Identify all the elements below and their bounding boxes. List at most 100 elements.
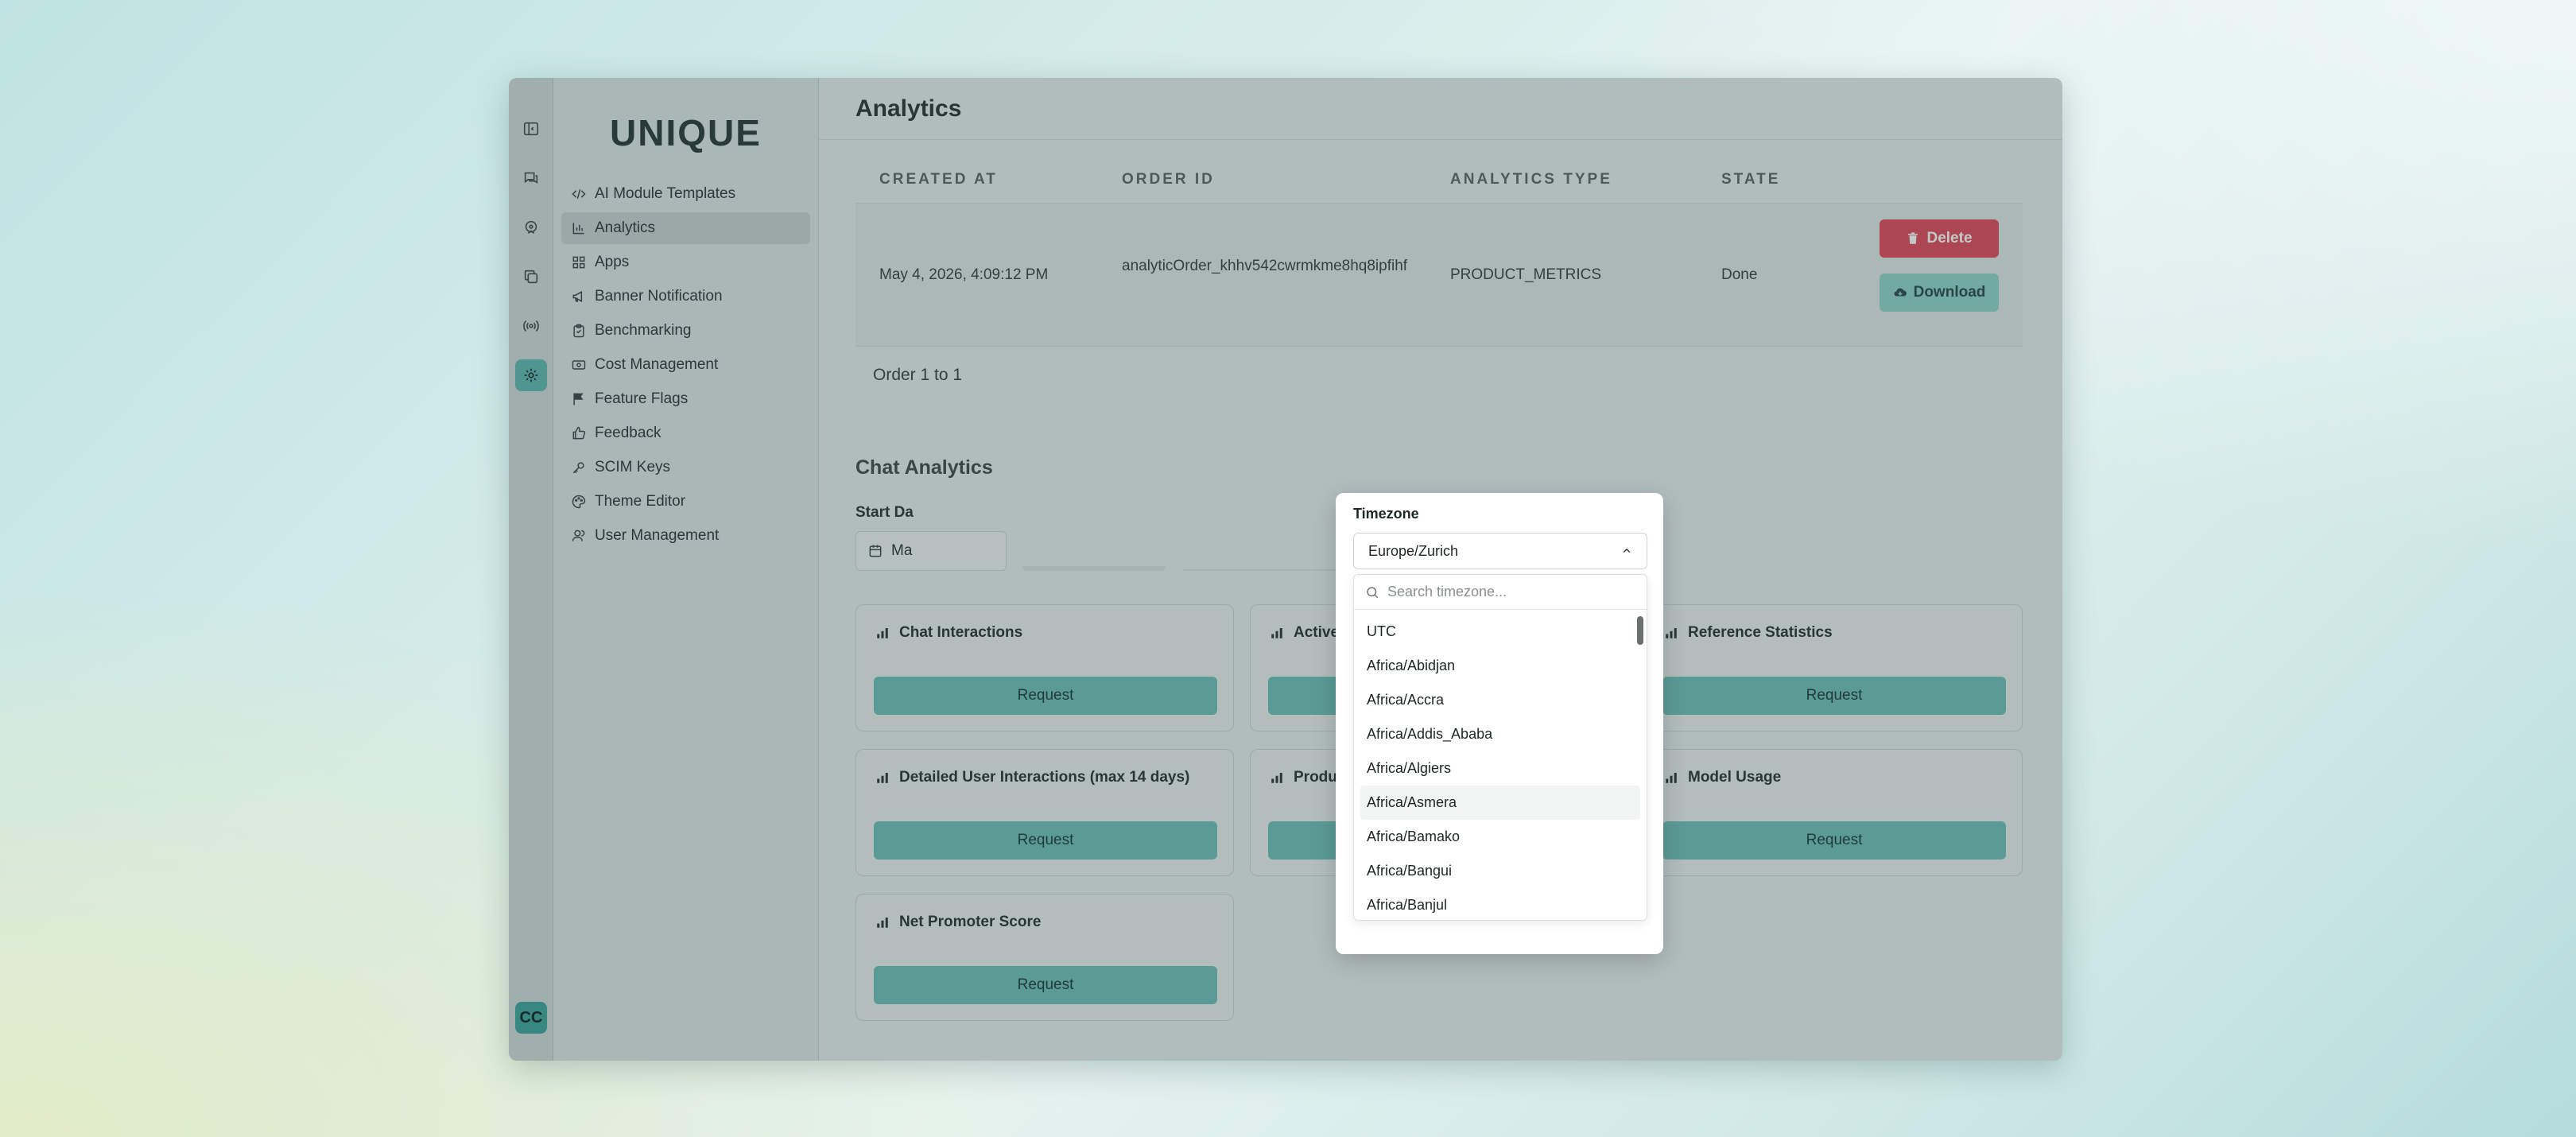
sidebar-item-user-management[interactable]: User Management [561,520,810,552]
sidebar-toggle-icon [523,122,538,136]
key-icon [572,462,584,474]
table-header: CREATED AT ORDER ID ANALYTICS TYPE STATE [855,156,2023,204]
signal-button[interactable] [515,310,547,342]
chat-analytics-title: Chat Analytics [855,456,993,479]
cell-created-at: May 4, 2026, 4:09:12 PM [879,266,1049,283]
timezone-trigger[interactable] [1181,531,1340,571]
column-header: CREATED AT [879,170,998,188]
bar-chart-icon [1271,628,1282,638]
sidebar-item-cost-management[interactable]: Cost Management [561,349,810,381]
money-icon [572,360,586,370]
dropdown-scrollbar[interactable] [1637,616,1643,645]
column-header: ANALYTICS TYPE [1450,170,1612,188]
sidebar-item-analytics[interactable]: Analytics [561,212,810,244]
cell-analytics-type: PRODUCT_METRICS [1450,266,1602,283]
card-net-promoter-score: Net Promoter Score Request [855,894,1234,1021]
timezone-option[interactable]: Africa/Bamako [1360,820,1640,854]
thumbs-up-icon [572,426,586,440]
chat-icon [524,172,537,184]
timezone-label: Timezone [1353,506,1419,522]
chart-icon [572,223,584,235]
gear-icon [524,368,537,382]
timezone-option[interactable]: Africa/Asmera [1360,786,1640,820]
sidebar-item-feedback[interactable]: Feedback [561,417,810,449]
card-title-text: Net Promoter Score [899,914,1042,930]
copy-icon [524,270,537,284]
cell-state: Done [1721,266,1758,283]
card-detailed-user-interactions: Detailed User Interactions (max 14 days)… [855,749,1234,876]
sidebar-item-label: AI Module Templates [595,185,736,202]
bar-chart-icon [1666,773,1677,783]
request-button[interactable]: Request [874,966,1217,1004]
card-title: Detailed User Interactions (max 14 days) [875,769,1189,786]
sidebar-item-label: Theme Editor [595,493,686,510]
explore-button[interactable] [515,211,547,243]
admin-settings-button[interactable] [514,359,547,391]
admin-sidebar: UNIQUE AI Module Templates Analytics App… [553,78,819,1061]
user-avatar[interactable]: CC [515,1002,547,1034]
page-header: Analytics [819,78,2062,140]
code-icon [572,188,586,200]
timezone-select[interactable]: Europe/Zurich [1353,533,1647,569]
timezone-dropdown: UTC Africa/Abidjan Africa/Accra Africa/A… [1353,574,1647,921]
timezone-option[interactable]: Africa/Banjul [1360,888,1640,920]
broadcast-icon [522,320,539,332]
sidebar-item-theme-editor[interactable]: Theme Editor [561,486,810,518]
sidebar-item-feature-flags[interactable]: Feature Flags [561,383,810,415]
delete-button[interactable]: Delete [1880,219,1999,258]
pagination-text: Order 1 to 1 [873,366,963,384]
request-button[interactable]: Request [874,821,1217,860]
search-icon [1367,586,1379,598]
sidebar-item-label: Feedback [595,425,661,441]
card-title-text: Reference Statistics [1688,624,1833,641]
sidebar-item-label: Analytics [595,219,656,236]
sidebar-nav: AI Module Templates Analytics Apps Banne… [553,178,818,552]
sidebar-item-label: SCIM Keys [595,459,671,475]
end-date-picker[interactable] [1022,531,1166,571]
bar-chart-icon [877,918,888,928]
sidebar-item-label: Benchmarking [595,322,692,339]
chat-button[interactable] [515,162,547,194]
timezone-option[interactable]: UTC [1360,615,1640,649]
sidebar-item-banner-notification[interactable]: Banner Notification [561,281,810,312]
card-title: Chat Interactions [875,624,1022,642]
delete-button-label: Delete [1926,230,1973,246]
cell-order-id: analyticOrder_khhv542cwrmkme8hq8ipfihf [1122,257,1408,274]
sidebar-item-scim-keys[interactable]: SCIM Keys [561,452,810,483]
card-title: Net Promoter Score [875,914,1041,931]
bar-chart-icon [1271,773,1282,783]
timezone-options: UTC Africa/Abidjan Africa/Accra Africa/A… [1354,610,1647,920]
sidebar-item-benchmarking[interactable]: Benchmarking [561,315,810,347]
start-date-picker[interactable]: Ma [855,531,1007,571]
card-model-usage: Model Usage Request [1644,749,2023,876]
timezone-option[interactable]: Africa/Abidjan [1360,649,1640,683]
collapse-sidebar-button[interactable] [515,113,547,145]
sidebar-item-ai-module-templates[interactable]: AI Module Templates [561,178,810,210]
card-title-text: Chat Interactions [899,624,1023,641]
sidebar-item-apps[interactable]: Apps [561,246,810,278]
flag-icon [573,393,584,406]
request-button[interactable]: Request [1662,821,2006,860]
palette-icon [572,495,586,509]
cloud-download-icon [1894,288,1907,297]
timezone-selected-value: Europe/Zurich [1368,542,1459,559]
card-title-text: Detailed User Interactions (max 14 days) [899,769,1190,786]
download-button[interactable]: Download [1880,274,1999,312]
timezone-option[interactable]: Africa/Algiers [1360,751,1640,786]
card-title: Reference Statistics [1664,624,1833,642]
page-title: Analytics [855,95,962,122]
timezone-option[interactable]: Africa/Bangui [1360,854,1640,888]
timezone-option[interactable]: Africa/Accra [1360,683,1640,717]
timezone-option[interactable]: Africa/Addis_Ababa [1360,717,1640,751]
timezone-search-input[interactable] [1387,584,1626,600]
sidebar-item-label: Cost Management [595,356,719,373]
card-reference-statistics: Reference Statistics Request [1644,604,2023,731]
chevron-up-icon [1623,548,1631,553]
trash-icon [1908,232,1918,244]
orders-table: CREATED AT ORDER ID ANALYTICS TYPE STATE… [855,156,2023,347]
request-button[interactable]: Request [874,677,1217,715]
request-button[interactable]: Request [1662,677,2006,715]
icon-rail: CC [509,78,553,1061]
download-button-label: Download [1913,284,1986,301]
spaces-button[interactable] [515,261,547,293]
